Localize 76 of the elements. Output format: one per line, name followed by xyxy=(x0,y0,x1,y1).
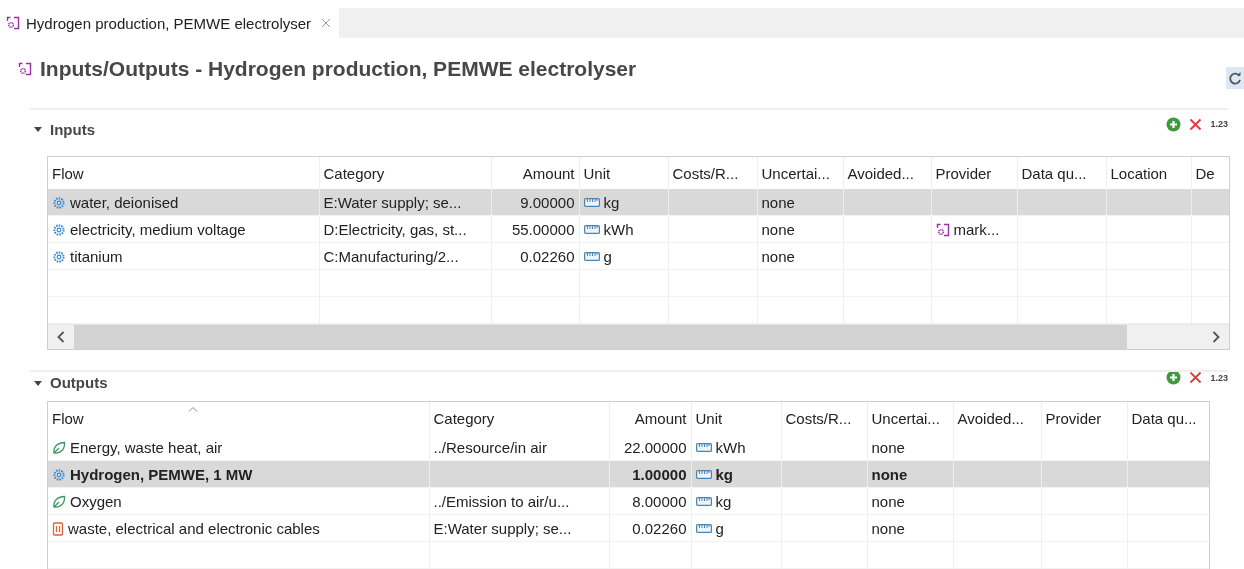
gear-icon xyxy=(52,195,66,210)
table-row[interactable]: Hydrogen, PEMWE, 1 MW 1.00000 kg none xyxy=(48,460,1209,488)
process-icon xyxy=(6,16,20,30)
table-row[interactable]: water, deionised E:Water supply; se... 9.00000 kg none xyxy=(48,189,1229,216)
uncertainty-text: none xyxy=(871,492,905,510)
flow-name: Energy, waste heat, air xyxy=(70,439,223,457)
section-toggle[interactable]: Inputs xyxy=(30,120,95,138)
editor-tab[interactable]: Hydrogen production, PEMWE electrolyser xyxy=(0,8,340,38)
number-format-button[interactable]: 1.23 xyxy=(1210,372,1228,383)
table-row[interactable]: waste, electrical and electronic cables E:Water supply; se... 0.02260 g none xyxy=(48,514,1209,542)
amount-text: 9.00000 xyxy=(520,193,575,211)
gear-icon xyxy=(52,467,66,482)
caret-icon xyxy=(34,125,42,133)
category-text: E:Water supply; se... xyxy=(323,193,462,211)
flow-name: titanium xyxy=(70,248,123,266)
add-button[interactable] xyxy=(1166,372,1182,385)
leaf-icon xyxy=(52,494,66,509)
table-row[interactable]: titanium C:Manufacturing/2... 0.02260 g none xyxy=(48,242,1229,270)
refresh-button[interactable] xyxy=(1226,67,1244,89)
unit-text: kWh xyxy=(715,439,746,457)
ruler-icon xyxy=(583,225,600,235)
uncertainty-text: none xyxy=(871,519,905,537)
ruler-icon xyxy=(695,470,712,480)
ruler-icon xyxy=(695,524,712,534)
leaf-icon xyxy=(52,440,66,455)
uncertainty-text: none xyxy=(871,465,908,483)
amount-text: 8.00000 xyxy=(632,492,687,510)
unit-text: kWh xyxy=(603,221,634,239)
amount-text: 1.00000 xyxy=(632,465,687,483)
trash-icon xyxy=(52,521,64,536)
gear-icon xyxy=(52,222,66,237)
table-row[interactable]: Oxygen ../Emission to air/u... 8.00000 kg none xyxy=(48,487,1209,515)
amount-text: 0.02260 xyxy=(520,247,575,265)
table-row[interactable]: electricity, medium voltage D:Electricity, gas, st... 55.00000 kWh none mark... xyxy=(48,215,1229,243)
unit-text: kg xyxy=(715,466,733,484)
number-format-button[interactable]: 1.23 xyxy=(1210,119,1228,129)
process-icon xyxy=(935,222,950,237)
close-icon[interactable] xyxy=(321,18,332,28)
category-text: E:Water supply; se... xyxy=(433,519,572,537)
uncertainty-text: none xyxy=(871,438,905,456)
page-title: Inputs/Outputs - Hydrogen production, PEMWE electrolyser xyxy=(40,57,638,81)
unit-text: g xyxy=(715,520,724,538)
amount-text: 22.00000 xyxy=(623,438,687,456)
ruler-icon xyxy=(695,497,712,507)
scroll-left-icon[interactable] xyxy=(57,331,65,343)
process-icon xyxy=(18,62,32,76)
uncertainty-text: none xyxy=(761,220,795,238)
unit-text: kg xyxy=(603,194,620,212)
ruler-icon xyxy=(583,252,600,262)
unit-text: kg xyxy=(715,493,732,511)
horizontal-scrollbar[interactable] xyxy=(48,324,1229,349)
category-text: ../Resource/in air xyxy=(433,438,547,456)
amount-text: 0.02260 xyxy=(632,519,687,537)
flow-name: Hydrogen, PEMWE, 1 MW xyxy=(70,466,253,484)
flow-name: waste, electrical and electronic cables xyxy=(68,520,320,538)
category-text: C:Manufacturing/2... xyxy=(323,247,459,265)
add-button[interactable] xyxy=(1166,116,1182,132)
uncertainty-text: none xyxy=(761,247,795,265)
gear-icon xyxy=(52,249,66,264)
category-text: D:Electricity, gas, st... xyxy=(323,220,467,238)
unit-text: g xyxy=(603,248,612,266)
flow-name: Oxygen xyxy=(70,493,122,511)
section-toggle[interactable]: Outputs xyxy=(30,374,108,391)
ruler-icon xyxy=(583,198,600,208)
table-row[interactable]: Energy, waste heat, air ../Resource/in air 22.00000 kWh none xyxy=(48,434,1209,461)
scroll-right-icon[interactable] xyxy=(1212,331,1220,343)
delete-button[interactable] xyxy=(1189,117,1203,131)
flow-name: electricity, medium voltage xyxy=(70,221,246,239)
caret-icon xyxy=(34,378,42,387)
amount-text: 55.00000 xyxy=(511,220,575,238)
category-text: ../Emission to air/u... xyxy=(433,492,570,510)
flow-name: water, deionised xyxy=(70,194,179,212)
delete-button[interactable] xyxy=(1189,372,1203,384)
provider-link[interactable]: mark... xyxy=(953,221,1000,239)
uncertainty-text: none xyxy=(761,193,795,211)
ruler-icon xyxy=(695,443,712,453)
